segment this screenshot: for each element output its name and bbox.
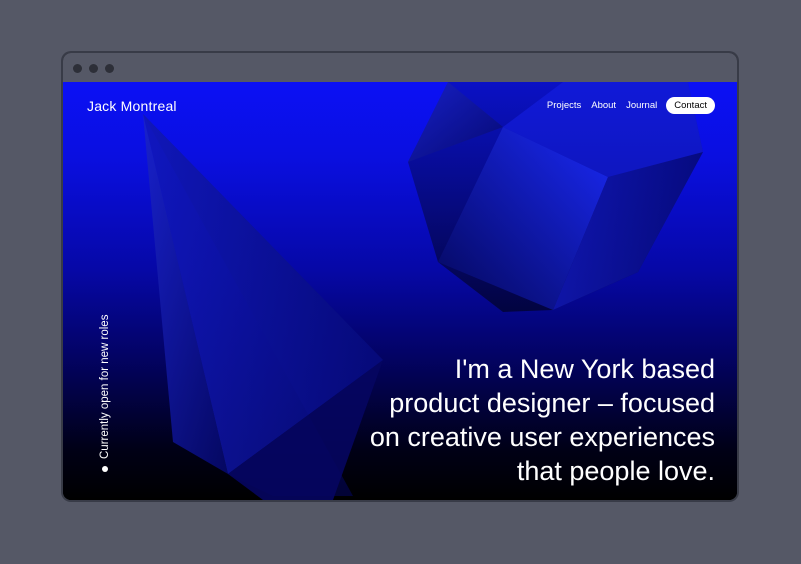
window-titlebar	[63, 53, 737, 83]
window-minimize-dot[interactable]	[89, 64, 98, 73]
availability-text: Currently open for new roles	[99, 314, 111, 459]
nav-link-projects[interactable]: Projects	[547, 100, 581, 111]
contact-button[interactable]: Contact	[666, 97, 715, 114]
main-nav: Projects About Journal Contact	[537, 97, 715, 114]
brand-logo[interactable]: Jack Montreal	[87, 98, 177, 114]
window-close-dot[interactable]	[73, 64, 82, 73]
availability-status: Currently open for new roles	[99, 315, 111, 472]
headline-line-4: that people love.	[516, 456, 715, 487]
hero-section: Jack Montreal Projects About Journal Con…	[63, 82, 737, 500]
window-maximize-dot[interactable]	[105, 64, 114, 73]
status-dot-icon	[102, 466, 108, 472]
headline-line-3: on creative user experiences	[369, 422, 715, 453]
hero-headline: I'm a New York based product designer – …	[295, 352, 715, 488]
headline-line-2: product designer – focused	[389, 388, 715, 419]
browser-window: Jack Montreal Projects About Journal Con…	[63, 53, 737, 500]
nav-link-about[interactable]: About	[591, 100, 616, 111]
headline-line-1: I'm a New York based	[454, 354, 715, 385]
nav-link-journal[interactable]: Journal	[626, 100, 657, 111]
